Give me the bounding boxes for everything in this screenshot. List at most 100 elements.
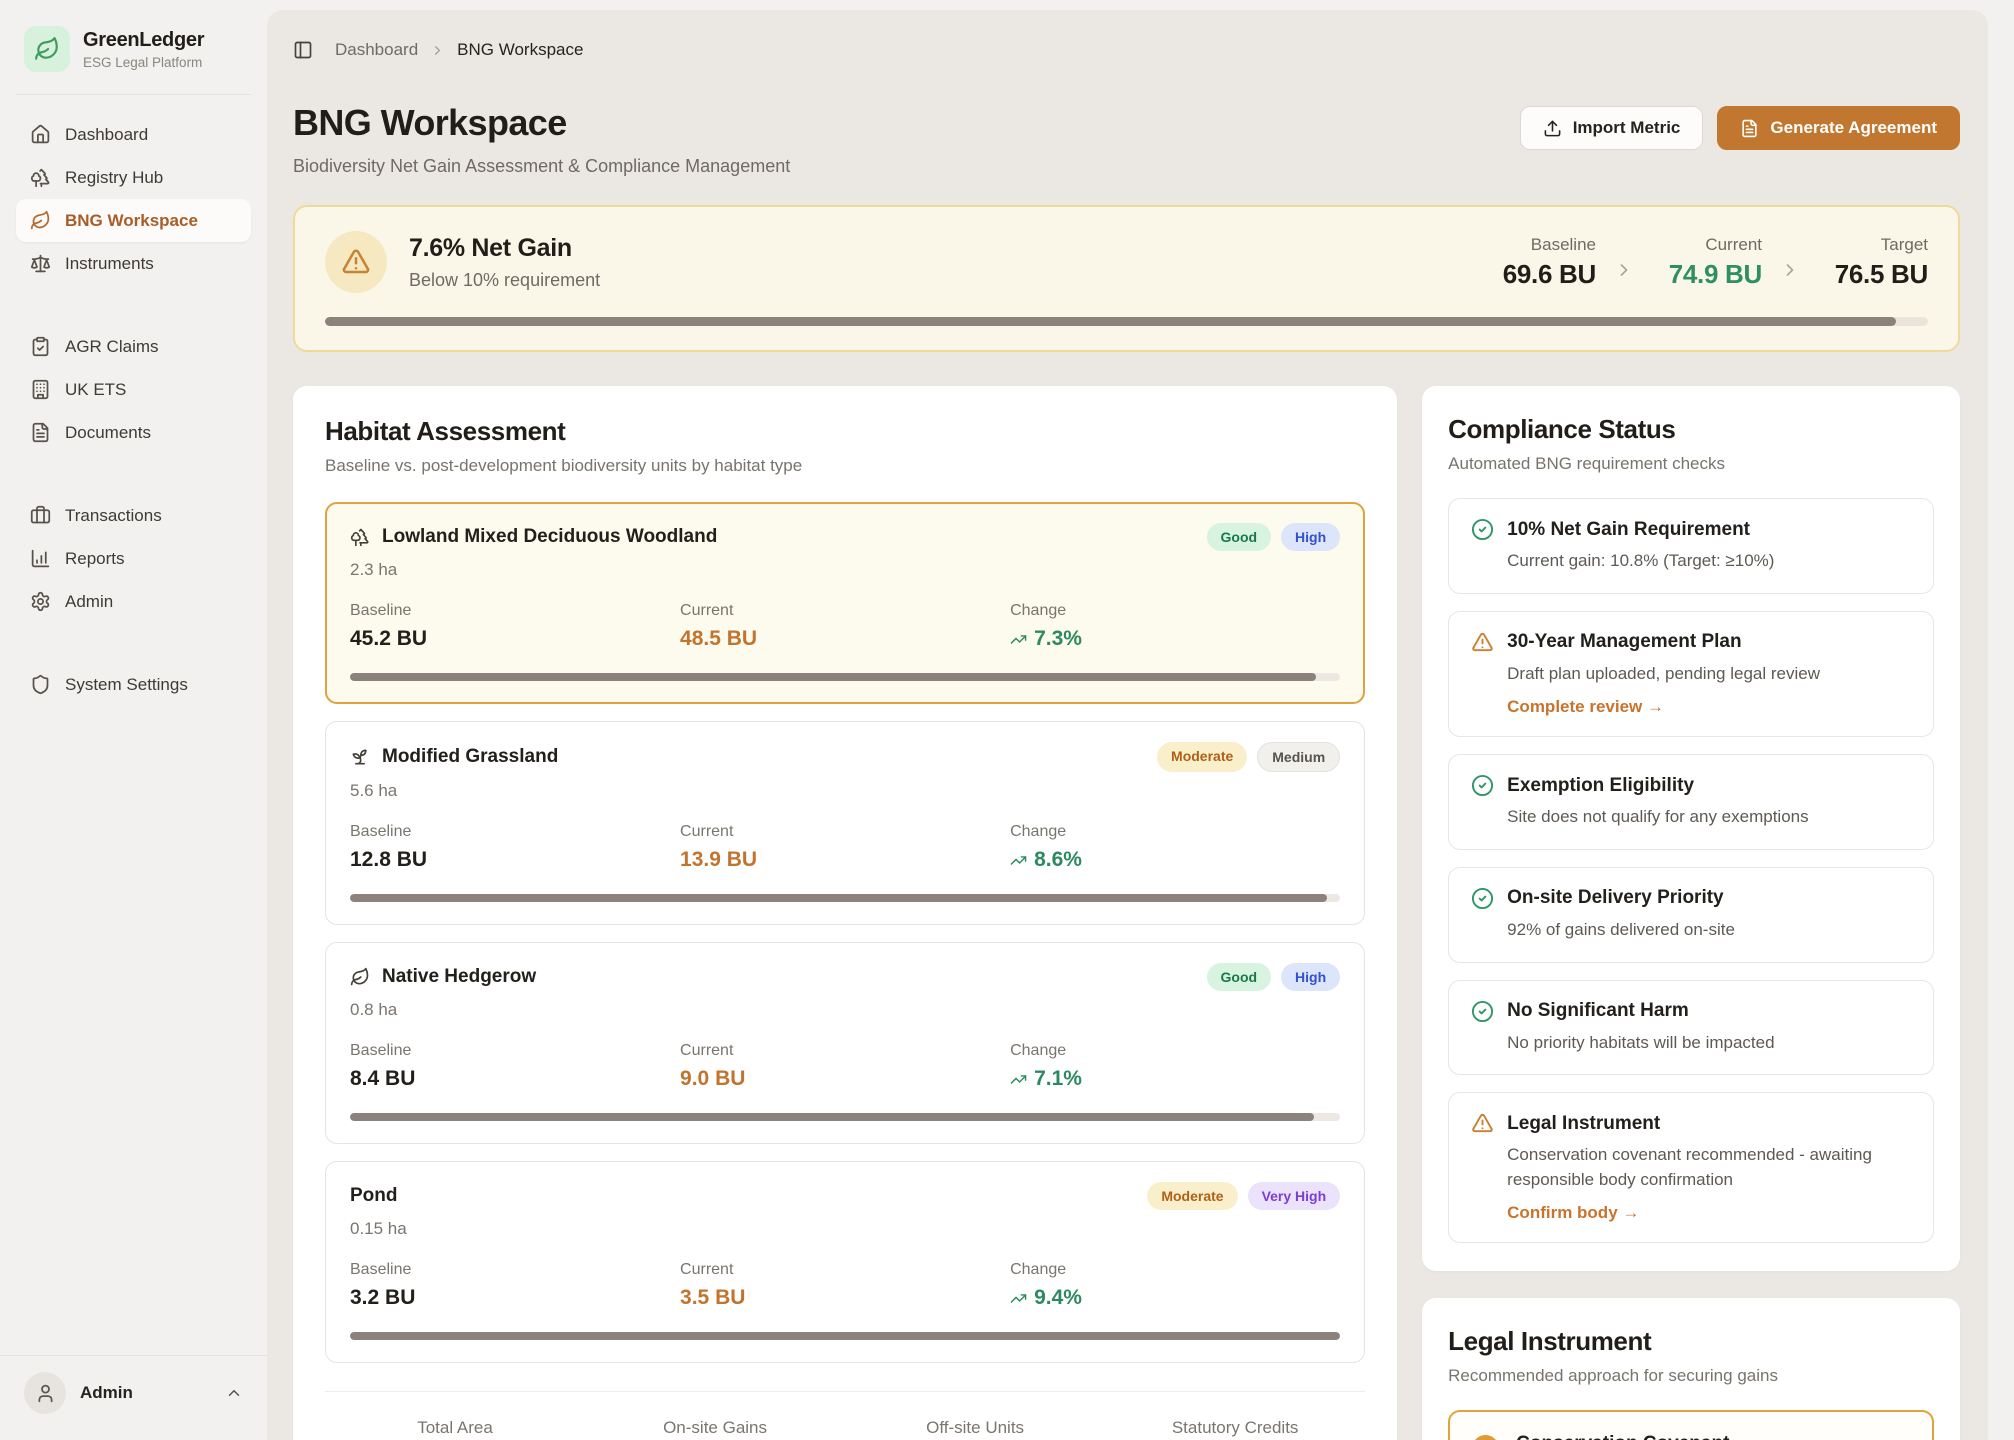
- sidebar-item-admin[interactable]: Admin: [16, 580, 251, 623]
- header-actions: Import Metric Generate Agreement: [1520, 106, 1960, 150]
- compliance-item-legal-instrument: Legal Instrument Conservation covenant r…: [1448, 1092, 1934, 1243]
- statutory-credits-stat: Statutory Credits 0: [1105, 1418, 1365, 1440]
- app-name: GreenLedger: [83, 29, 204, 52]
- warning-icon-circle: [325, 231, 387, 293]
- statutory-credits-label: Statutory Credits: [1105, 1418, 1365, 1438]
- import-metric-button[interactable]: Import Metric: [1520, 106, 1704, 150]
- file-text-icon: [1740, 119, 1759, 138]
- habitat-card-hedgerow[interactable]: Native Hedgerow Good High 0.8 ha Baselin…: [325, 942, 1365, 1144]
- onsite-gains-label: On-site Gains: [585, 1418, 845, 1438]
- current-label: Current: [680, 602, 1010, 620]
- habitat-panel-subtitle: Baseline vs. post-development biodiversi…: [325, 456, 1365, 476]
- habitat-card-list: Lowland Mixed Deciduous Woodland Good Hi…: [325, 502, 1365, 1363]
- sidebar-item-documents[interactable]: Documents: [16, 411, 251, 454]
- page: GreenLedger ESG Legal Platform Dashboard…: [0, 0, 2014, 1440]
- breadcrumb-current: BNG Workspace: [457, 40, 583, 60]
- total-area-label: Total Area: [325, 1418, 585, 1438]
- sidebar-item-transactions[interactable]: Transactions: [16, 494, 251, 537]
- compliance-item-description: 92% of gains delivered on-site: [1471, 918, 1911, 943]
- change-value: 9.4%: [1034, 1286, 1082, 1310]
- compliance-item-onsite-delivery: On-site Delivery Priority 92% of gains d…: [1448, 867, 1934, 963]
- sidebar-item-instruments[interactable]: Instruments: [16, 242, 251, 285]
- shield-icon: [30, 674, 51, 695]
- compliance-item-title: Exemption Eligibility: [1507, 775, 1694, 797]
- complete-review-link[interactable]: Complete review →: [1471, 697, 1911, 717]
- sidebar-item-dashboard[interactable]: Dashboard: [16, 113, 251, 156]
- upload-icon: [1543, 119, 1562, 138]
- baseline-value: 8.4 BU: [350, 1067, 680, 1091]
- app-tagline: ESG Legal Platform: [83, 55, 204, 70]
- page-subtitle: Biodiversity Net Gain Assessment & Compl…: [293, 156, 790, 177]
- habitat-assessment-panel: Habitat Assessment Baseline vs. post-dev…: [293, 386, 1397, 1440]
- home-icon: [30, 124, 51, 145]
- sprout-icon: [350, 747, 370, 767]
- user-menu[interactable]: Admin: [0, 1355, 267, 1440]
- sidebar-item-label: Registry Hub: [65, 168, 163, 188]
- baseline-value: 12.8 BU: [350, 848, 680, 872]
- main-content: Dashboard BNG Workspace BNG Workspace Bi…: [267, 10, 1988, 1440]
- confirm-body-link[interactable]: Confirm body →: [1471, 1203, 1911, 1223]
- sidebar-item-label: Dashboard: [65, 125, 148, 145]
- radio-selected[interactable]: [1472, 1435, 1499, 1440]
- current-value: 48.5 BU: [680, 627, 1010, 651]
- distinctiveness-badge: High: [1281, 523, 1340, 551]
- sidebar-item-label: Reports: [65, 549, 125, 569]
- compliance-item-description: Site does not qualify for any exemptions: [1471, 805, 1911, 830]
- sidebar-item-system-settings[interactable]: System Settings: [16, 663, 251, 706]
- compliance-item-exemption: Exemption Eligibility Site does not qual…: [1448, 754, 1934, 850]
- sidebar-item-registry-hub[interactable]: Registry Hub: [16, 156, 251, 199]
- current-label: Current: [680, 823, 1010, 841]
- generate-agreement-label: Generate Agreement: [1770, 118, 1937, 138]
- breadcrumb-parent[interactable]: Dashboard: [335, 40, 418, 60]
- compliance-item-management-plan: 30-Year Management Plan Draft plan uploa…: [1448, 611, 1934, 738]
- sidebar-item-agr-claims[interactable]: AGR Claims: [16, 325, 251, 368]
- sidebar-item-label: System Settings: [65, 675, 188, 695]
- sidebar-toggle-icon[interactable]: [293, 40, 313, 60]
- check-circle-icon: [1471, 518, 1494, 541]
- change-value: 7.1%: [1034, 1067, 1082, 1091]
- clipboard-check-icon: [30, 336, 51, 357]
- compliance-item-title: No Significant Harm: [1507, 1000, 1689, 1022]
- compliance-item-description: No priority habitats will be impacted: [1471, 1031, 1911, 1056]
- breadcrumb: Dashboard BNG Workspace: [293, 40, 1960, 60]
- current-label: Current: [680, 1042, 1010, 1060]
- compliance-status-panel: Compliance Status Automated BNG requirem…: [1422, 386, 1960, 1271]
- habitat-area: 0.8 ha: [350, 1000, 1340, 1020]
- sidebar: GreenLedger ESG Legal Platform Dashboard…: [0, 0, 267, 1440]
- sidebar-item-label: AGR Claims: [65, 337, 159, 357]
- habitat-card-woodland[interactable]: Lowland Mixed Deciduous Woodland Good Hi…: [325, 502, 1365, 704]
- compliance-item-net-gain: 10% Net Gain Requirement Current gain: 1…: [1448, 498, 1934, 594]
- bar-chart-icon: [30, 548, 51, 569]
- habitat-card-pond[interactable]: Pond Moderate Very High 0.15 ha Baseline…: [325, 1161, 1365, 1363]
- warning-triangle-icon: [341, 247, 371, 277]
- baseline-value: 45.2 BU: [350, 627, 680, 651]
- check-circle-icon: [1471, 887, 1494, 910]
- legal-panel-subtitle: Recommended approach for securing gains: [1448, 1366, 1934, 1386]
- net-gain-value: 7.6% Net Gain: [409, 234, 600, 263]
- compliance-item-no-harm: No Significant Harm No priority habitats…: [1448, 980, 1934, 1076]
- option-title: Conservation Covenant: [1516, 1433, 1910, 1440]
- chevron-right-icon: [1614, 260, 1634, 280]
- nav-group-gap: [16, 454, 251, 494]
- sidebar-item-reports[interactable]: Reports: [16, 537, 251, 580]
- condition-badge: Moderate: [1147, 1182, 1237, 1210]
- habitat-area: 0.15 ha: [350, 1219, 1340, 1239]
- generate-agreement-button[interactable]: Generate Agreement: [1717, 106, 1960, 150]
- habitat-card-grassland[interactable]: Modified Grassland Moderate Medium 5.6 h…: [325, 721, 1365, 925]
- change-label: Change: [1010, 1042, 1340, 1060]
- baseline-label: Baseline: [350, 1042, 680, 1060]
- sidebar-item-uk-ets[interactable]: UK ETS: [16, 368, 251, 411]
- habitat-progress-track: [350, 673, 1340, 681]
- habitat-progress-fill: [350, 894, 1327, 902]
- option-conservation-covenant[interactable]: Conservation Covenant Recommended for fr…: [1448, 1410, 1934, 1440]
- check-circle-icon: [1471, 1000, 1494, 1023]
- habitat-progress-track: [350, 894, 1340, 902]
- nav-group-gap: [16, 285, 251, 325]
- user-icon: [35, 1383, 56, 1404]
- scale-icon: [30, 253, 51, 274]
- sidebar-item-bng-workspace[interactable]: BNG Workspace: [16, 199, 251, 242]
- briefcase-icon: [30, 505, 51, 526]
- leaf-icon: [350, 967, 370, 987]
- change-value: 8.6%: [1034, 848, 1082, 872]
- compliance-item-list: 10% Net Gain Requirement Current gain: 1…: [1448, 498, 1934, 1243]
